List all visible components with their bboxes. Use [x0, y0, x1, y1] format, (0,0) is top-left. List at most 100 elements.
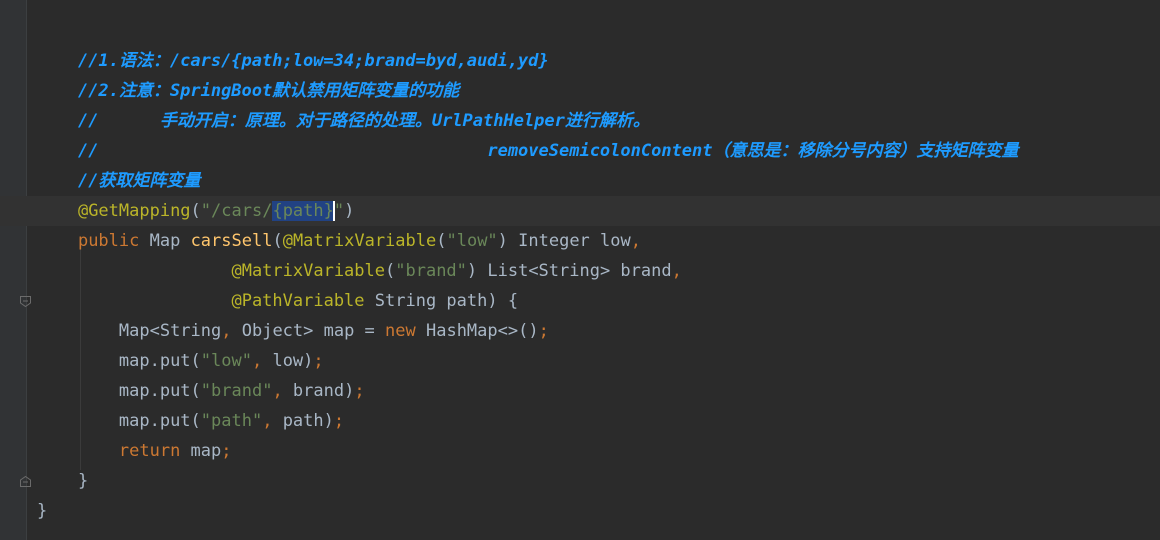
code-line-content: //1.语法：/cars/{path;low=34;brand=byd,audi… [37, 46, 549, 76]
code-line[interactable]: Map<String, Object> map = new HashMap<>(… [0, 316, 1160, 346]
code-token: brand) [292, 381, 355, 401]
code-line-content: map.put("low", low); [37, 346, 324, 376]
code-token: String path) { [374, 291, 519, 311]
code-token: } [77, 471, 89, 491]
code-token: , [671, 261, 682, 281]
code-token: ; [313, 351, 324, 371]
code-token: map.put( [118, 411, 201, 431]
code-token: , [630, 231, 641, 251]
code-token: HashMap<>() [425, 321, 539, 341]
code-token: ; [221, 441, 232, 461]
code-token: Map [149, 231, 191, 251]
code-line-content: //获取矩阵变量 [37, 166, 200, 196]
code-token: @GetMapping [77, 201, 191, 221]
code-token: , [272, 381, 293, 401]
code-line-content: // 手动开启：原理。对于路径的处理。UrlPathHelper进行解析。 [37, 106, 650, 136]
code-token: return [118, 441, 191, 461]
code-line-content: return map; [37, 436, 232, 466]
code-token: @MatrixVariable [231, 261, 385, 281]
code-line[interactable]: } [0, 496, 1160, 526]
code-token: "/cars/ [200, 201, 273, 221]
code-token: map [190, 441, 222, 461]
code-token: , [262, 411, 283, 431]
code-line-content: } [37, 496, 47, 526]
code-token: ; [354, 381, 365, 401]
code-token: ( [272, 231, 283, 251]
code-line[interactable]: @GetMapping("/cars/{path}") [0, 196, 1160, 226]
code-line[interactable]: map.put("low", low); [0, 346, 1160, 376]
code-line-content: } [37, 466, 88, 496]
code-token: "brand" [395, 261, 467, 281]
code-token: @PathVariable [231, 291, 375, 311]
code-token: "brand" [200, 381, 273, 401]
code-line[interactable]: return map; [0, 436, 1160, 466]
code-line[interactable]: public Map carsSell(@MatrixVariable("low… [0, 226, 1160, 256]
code-token: //1.语法：/cars/{path;low=34;brand=byd,audi… [77, 51, 549, 71]
code-line-content: @GetMapping("/cars/{path}") [37, 196, 354, 226]
code-token: public [77, 231, 150, 251]
code-token: "path" [200, 411, 263, 431]
code-token: map.put( [118, 351, 201, 371]
code-token: low) [272, 351, 314, 371]
code-token: carsSell [190, 231, 273, 251]
code-token: , [221, 321, 242, 341]
code-token: ) Integer low [497, 231, 631, 251]
code-token: new [385, 321, 426, 341]
code-line[interactable]: map.put("brand", brand); [0, 376, 1160, 406]
code-line-content: public Map carsSell(@MatrixVariable("low… [37, 226, 641, 256]
code-token: //获取矩阵变量 [77, 171, 201, 191]
code-line-content: @PathVariable String path) { [37, 286, 518, 316]
code-line[interactable]: // removeSemicolonContent（意思是：移除分号内容）支持矩… [0, 136, 1160, 166]
code-line-content: map.put("brand", brand); [37, 376, 365, 406]
code-line[interactable]: //2.注意：SpringBoot默认禁用矩阵变量的功能 [0, 76, 1160, 106]
code-token: "low" [200, 351, 252, 371]
code-line-content: //2.注意：SpringBoot默认禁用矩阵变量的功能 [37, 76, 459, 106]
code-token: {path} [272, 201, 334, 221]
code-token: , [251, 351, 273, 371]
code-token: map.put( [118, 381, 201, 401]
code-line[interactable]: //获取矩阵变量 [0, 166, 1160, 196]
code-token: ( [190, 201, 201, 221]
code-token: Object> map = [241, 321, 386, 341]
code-token: // removeSemicolonContent（意思是：移除分号内容）支持矩… [77, 141, 1019, 161]
code-line-content: map.put("path", path); [37, 406, 344, 436]
code-line-content: // removeSemicolonContent（意思是：移除分号内容）支持矩… [37, 136, 1019, 166]
code-line-content: Map<String, Object> map = new HashMap<>(… [37, 316, 549, 346]
code-token: // 手动开启：原理。对于路径的处理。UrlPathHelper进行解析。 [77, 111, 650, 131]
code-token: //2.注意：SpringBoot默认禁用矩阵变量的功能 [77, 81, 460, 101]
code-line[interactable]: map.put("path", path); [0, 406, 1160, 436]
code-token: ( [385, 261, 396, 281]
code-line[interactable]: @PathVariable String path) { [0, 286, 1160, 316]
code-token: } [37, 501, 48, 521]
code-token: path) [282, 411, 334, 431]
code-token: ) [344, 201, 355, 221]
code-token: ; [333, 411, 345, 431]
code-editor[interactable]: //1.语法：/cars/{path;low=34;brand=byd,audi… [0, 46, 1160, 526]
code-token: Map<String [118, 321, 222, 341]
code-line-content: @MatrixVariable("brand") List<String> br… [37, 256, 682, 286]
code-token: @MatrixVariable [282, 231, 437, 251]
code-line[interactable]: //1.语法：/cars/{path;low=34;brand=byd,audi… [0, 46, 1160, 76]
code-line[interactable]: @MatrixVariable("brand") List<String> br… [0, 256, 1160, 286]
code-line[interactable]: } [0, 466, 1160, 496]
code-token: ; [538, 321, 549, 341]
code-token: "low" [446, 231, 498, 251]
code-line[interactable]: // 手动开启：原理。对于路径的处理。UrlPathHelper进行解析。 [0, 106, 1160, 136]
code-token: ) List<String> brand [466, 261, 672, 281]
code-token: ( [436, 231, 447, 251]
